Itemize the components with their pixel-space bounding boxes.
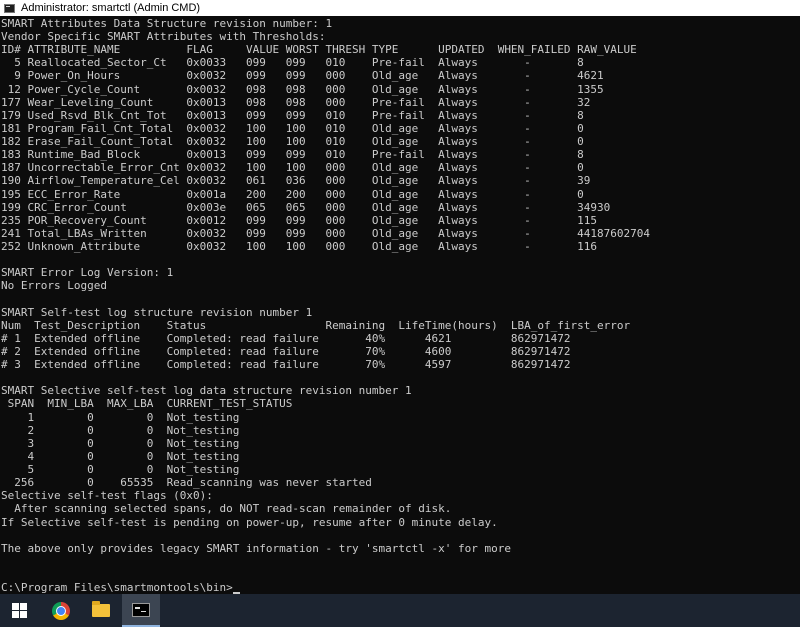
command-prompt-icon <box>132 602 150 617</box>
console-line: 182 Erase_Fail_Count_Total 0x0032 100 10… <box>1 135 584 149</box>
console-line: # 2 Extended offline Completed: read fai… <box>1 345 571 358</box>
console-line: ID# ATTRIBUTE_NAME FLAG VALUE WORST THRE… <box>1 43 637 57</box>
console-line: 3 0 0 Not_testing <box>1 436 240 450</box>
console-line: 252 Unknown_Attribute 0x0032 100 100 000… <box>1 240 598 254</box>
windows-start-icon <box>11 603 27 618</box>
start-button[interactable] <box>0 594 38 627</box>
console-line: 179 Used_Rsvd_Blk_Cnt_Tot 0x0013 099 099… <box>1 108 584 122</box>
console-line: 5 Reallocated_Sector_Ct 0x0033 099 099 0… <box>1 56 584 70</box>
console-line: 199 CRC_Error_Count 0x003e 065 065 000 O… <box>1 200 611 214</box>
console-line: 9 Power_On_Hours 0x0032 099 099 000 Old_… <box>1 69 604 83</box>
console-line: 183 Runtime_Bad_Block 0x0013 099 099 010… <box>1 148 584 162</box>
console-line: Selective self-test flags (0x0): <box>1 489 213 503</box>
console-line: 190 Airflow_Temperature_Cel 0x0032 061 0… <box>1 174 591 188</box>
console-line: If Selective self-test is pending on pow… <box>1 515 498 529</box>
console-line: 12 Power_Cycle_Count 0x0032 098 098 000 … <box>1 82 604 96</box>
console-line: No Errors Logged <box>1 279 107 293</box>
taskbar-cmd-button[interactable] <box>122 594 160 627</box>
console-line: 195 ECC_Error_Rate 0x001a 200 200 000 Ol… <box>1 187 584 201</box>
console-line: 181 Program_Fail_Cnt_Total 0x0032 100 10… <box>1 121 584 135</box>
console-line: Vendor Specific SMART Attributes with Th… <box>1 30 326 44</box>
taskbar <box>0 594 800 627</box>
console-line: 256 0 65535 Read_scanning was never star… <box>1 476 372 490</box>
console-line: SMART Attributes Data Structure revision… <box>1 17 333 30</box>
console-line: After scanning selected spans, do NOT re… <box>1 502 452 516</box>
console-line: SMART Selective self-test log data struc… <box>1 384 412 398</box>
console-line: SPAN MIN_LBA MAX_LBA CURRENT_TEST_STATUS <box>1 397 293 411</box>
console-line: 1 0 0 Not_testing <box>1 410 240 424</box>
taskbar-chrome-button[interactable] <box>42 594 80 627</box>
chrome-icon <box>52 601 70 620</box>
taskbar-file-explorer-button[interactable] <box>82 594 120 627</box>
command-prompt-icon <box>4 3 15 13</box>
console-line: 2 0 0 Not_testing <box>1 423 240 437</box>
console-line: # 1 Extended offline Completed: read fai… <box>1 331 571 345</box>
console-line: 4 0 0 Not_testing <box>1 449 240 463</box>
window-title: Administrator: smartctl (Admin CMD) <box>21 2 201 14</box>
console-line: 177 Wear_Leveling_Count 0x0013 098 098 0… <box>1 95 591 109</box>
file-explorer-icon <box>92 601 110 617</box>
console-line: The above only provides legacy SMART inf… <box>1 541 511 555</box>
console-line: # 3 Extended offline Completed: read fai… <box>1 358 571 372</box>
title-bar[interactable]: Administrator: smartctl (Admin CMD) <box>0 0 800 16</box>
command-prompt: C:\Program Files\smartmontools\bin> <box>1 581 233 594</box>
console-line: 235 POR_Recovery_Count 0x0012 099 099 00… <box>1 213 598 227</box>
console-output[interactable]: SMART Attributes Data Structure revision… <box>0 16 800 594</box>
console-line: 241 Total_LBAs_Written 0x0032 099 099 00… <box>1 226 651 240</box>
console-line: SMART Self-test log structure revision n… <box>1 305 313 319</box>
console-line: SMART Error Log Version: 1 <box>1 266 174 280</box>
console-line: 187 Uncorrectable_Error_Cnt 0x0032 100 1… <box>1 161 584 175</box>
console-line: Num Test_Description Status Remaining Li… <box>1 318 631 332</box>
console-line: 5 0 0 Not_testing <box>1 463 240 477</box>
